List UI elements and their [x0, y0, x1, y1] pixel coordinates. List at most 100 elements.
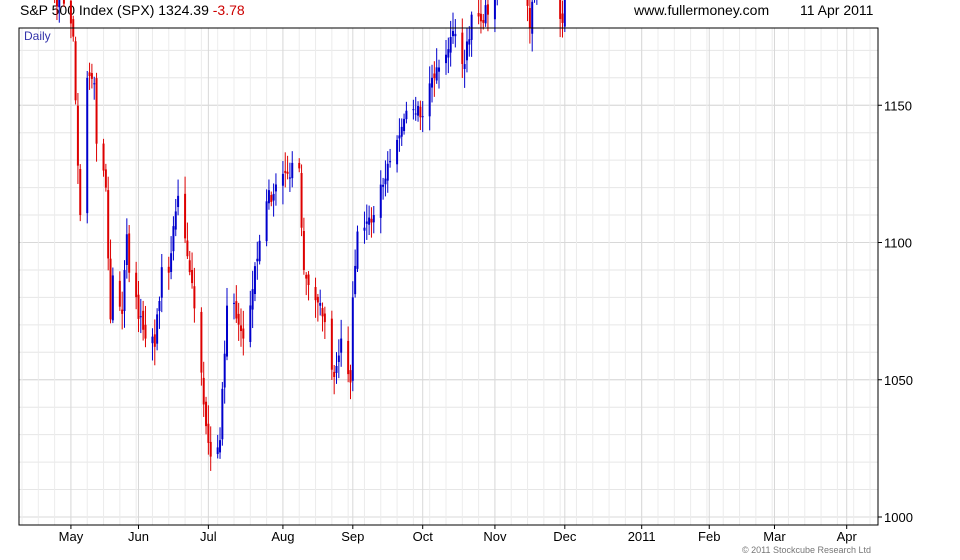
candle: [482, 13, 485, 30]
candle-body: [291, 162, 294, 179]
candle: [307, 271, 310, 301]
candle: [158, 296, 161, 329]
candle-body: [267, 190, 270, 204]
x-tick-label: May: [59, 529, 84, 544]
candle: [142, 300, 145, 341]
candle: [477, 0, 480, 25]
candle: [351, 281, 354, 392]
candle-body: [118, 280, 121, 307]
candle-body: [90, 73, 93, 79]
candle: [561, 0, 564, 38]
candle: [330, 310, 333, 381]
candle-body: [158, 300, 161, 312]
y-tick-label: 1000: [884, 510, 913, 525]
candle-body: [274, 184, 277, 192]
candle: [428, 66, 431, 131]
candle-body: [335, 366, 338, 373]
candle-body: [445, 54, 447, 64]
candle-body: [205, 401, 208, 427]
candle-body: [93, 83, 96, 85]
candle: [463, 49, 466, 88]
candle-body: [88, 72, 91, 77]
candle: [433, 61, 436, 97]
candle: [412, 99, 415, 120]
candle-body: [160, 267, 163, 298]
candle: [365, 204, 368, 240]
candle-body: [447, 49, 450, 58]
candle-body: [226, 305, 229, 357]
candle: [403, 113, 406, 135]
candle: [559, 0, 562, 38]
candle: [253, 262, 256, 302]
candle-body: [451, 31, 454, 37]
candle-body: [356, 231, 359, 269]
candle: [193, 267, 196, 323]
candle: [95, 72, 98, 162]
candle-body: [111, 275, 114, 321]
candle-body: [563, 0, 566, 27]
y-axis: 10001050110011501200125013001350: [878, 98, 913, 525]
candle: [286, 155, 289, 180]
candle-body: [265, 201, 268, 242]
candle-body: [298, 162, 301, 169]
candle-body: [307, 274, 310, 286]
candle-body: [302, 231, 305, 270]
candle-body: [69, 0, 72, 24]
candle-body: [314, 287, 317, 301]
candle: [305, 272, 308, 296]
candle-body: [389, 161, 392, 163]
candle: [340, 319, 343, 367]
candle-body: [95, 78, 98, 144]
candle: [151, 328, 154, 361]
y-tick-label: 1100: [884, 236, 912, 251]
candle: [465, 27, 468, 73]
candle: [156, 308, 159, 351]
candle: [200, 307, 203, 386]
candle-body: [405, 110, 408, 120]
candle-body: [121, 309, 124, 314]
candle: [76, 92, 79, 184]
candle-body: [354, 265, 357, 295]
candle: [202, 361, 205, 417]
x-tick-label: Mar: [763, 529, 786, 544]
candle-body: [144, 324, 147, 339]
candle: [438, 59, 441, 89]
candle-body: [86, 77, 89, 214]
x-tick-label: Aug: [271, 529, 294, 544]
candle-body: [300, 173, 303, 228]
candle: [207, 405, 210, 455]
candle: [135, 261, 138, 310]
candle: [251, 270, 254, 329]
candle-body: [363, 227, 366, 231]
candle: [72, 15, 75, 42]
candle: [62, 0, 65, 7]
x-tick-label: Nov: [483, 529, 507, 544]
candle-body: [207, 423, 210, 443]
candle-body: [372, 215, 375, 223]
candle-body: [253, 266, 256, 295]
candle-body: [58, 0, 61, 8]
candle-body: [319, 302, 322, 306]
candle: [431, 64, 434, 103]
candle: [349, 364, 352, 400]
candle-body: [305, 274, 308, 279]
x-tick-label: Jun: [128, 529, 149, 544]
y-tick-label: 1150: [884, 98, 912, 113]
candle: [104, 163, 107, 192]
period-label: Daily: [24, 29, 51, 43]
x-tick-label: 2011: [628, 529, 656, 544]
candle-body: [463, 64, 466, 69]
candle-body: [249, 305, 252, 342]
candle-body: [284, 170, 287, 173]
y-tick-label: 1050: [884, 373, 913, 388]
candle-body: [484, 5, 487, 24]
candle-body: [398, 135, 401, 139]
candle-body: [193, 286, 196, 309]
candle-body: [449, 37, 452, 53]
candle: [160, 253, 163, 313]
candle: [256, 241, 259, 280]
candle-body: [493, 0, 496, 20]
candle: [209, 426, 212, 471]
candle: [79, 164, 82, 222]
candle: [219, 427, 222, 459]
